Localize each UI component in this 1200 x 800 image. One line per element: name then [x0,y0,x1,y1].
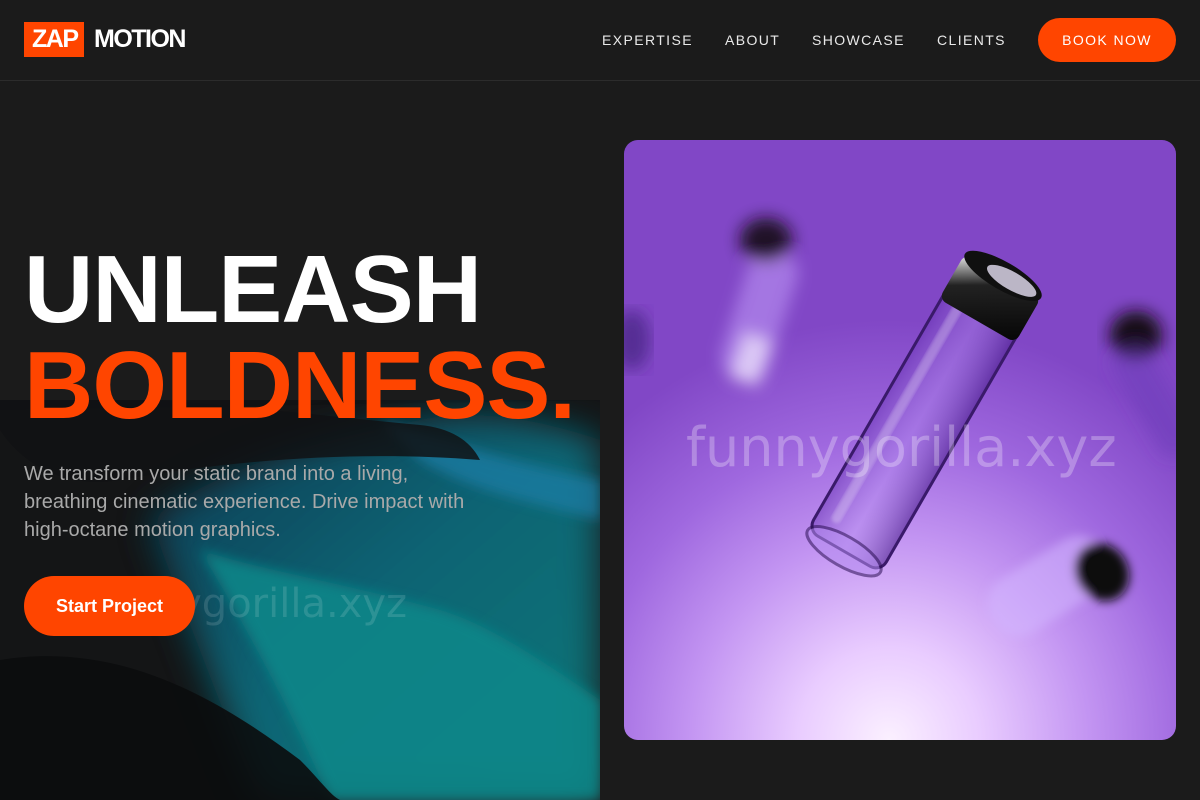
logo-wordmark: MOTION [94,25,187,53]
nav-link-showcase[interactable]: SHOWCASE [812,32,905,48]
start-project-button[interactable]: Start Project [24,576,195,636]
site-header: ZAP MOTION EXPERTISE ABOUT SHOWCASE CLIE… [0,0,1200,81]
hero-headline-line2: BOLDNESS. [24,332,576,439]
nav-link-expertise[interactable]: EXPERTISE [602,32,693,48]
hero-subtitle: We transform your static brand into a li… [24,463,465,541]
nav-link-clients[interactable]: CLIENTS [937,32,1006,48]
hero-image-card: funnygorilla.xyz [624,140,1176,740]
nav-link-about[interactable]: ABOUT [725,32,780,48]
brand-logo[interactable]: ZAP MOTION [24,22,187,57]
landing-page: ZAP MOTION EXPERTISE ABOUT SHOWCASE CLIE… [0,0,1200,800]
watermark-card: funnygorilla.xyz [686,416,1117,479]
hero-headline-line1: UNLEASH [24,236,482,343]
logo-mark: ZAP [24,22,84,57]
book-now-button[interactable]: BOOK NOW [1038,18,1176,62]
